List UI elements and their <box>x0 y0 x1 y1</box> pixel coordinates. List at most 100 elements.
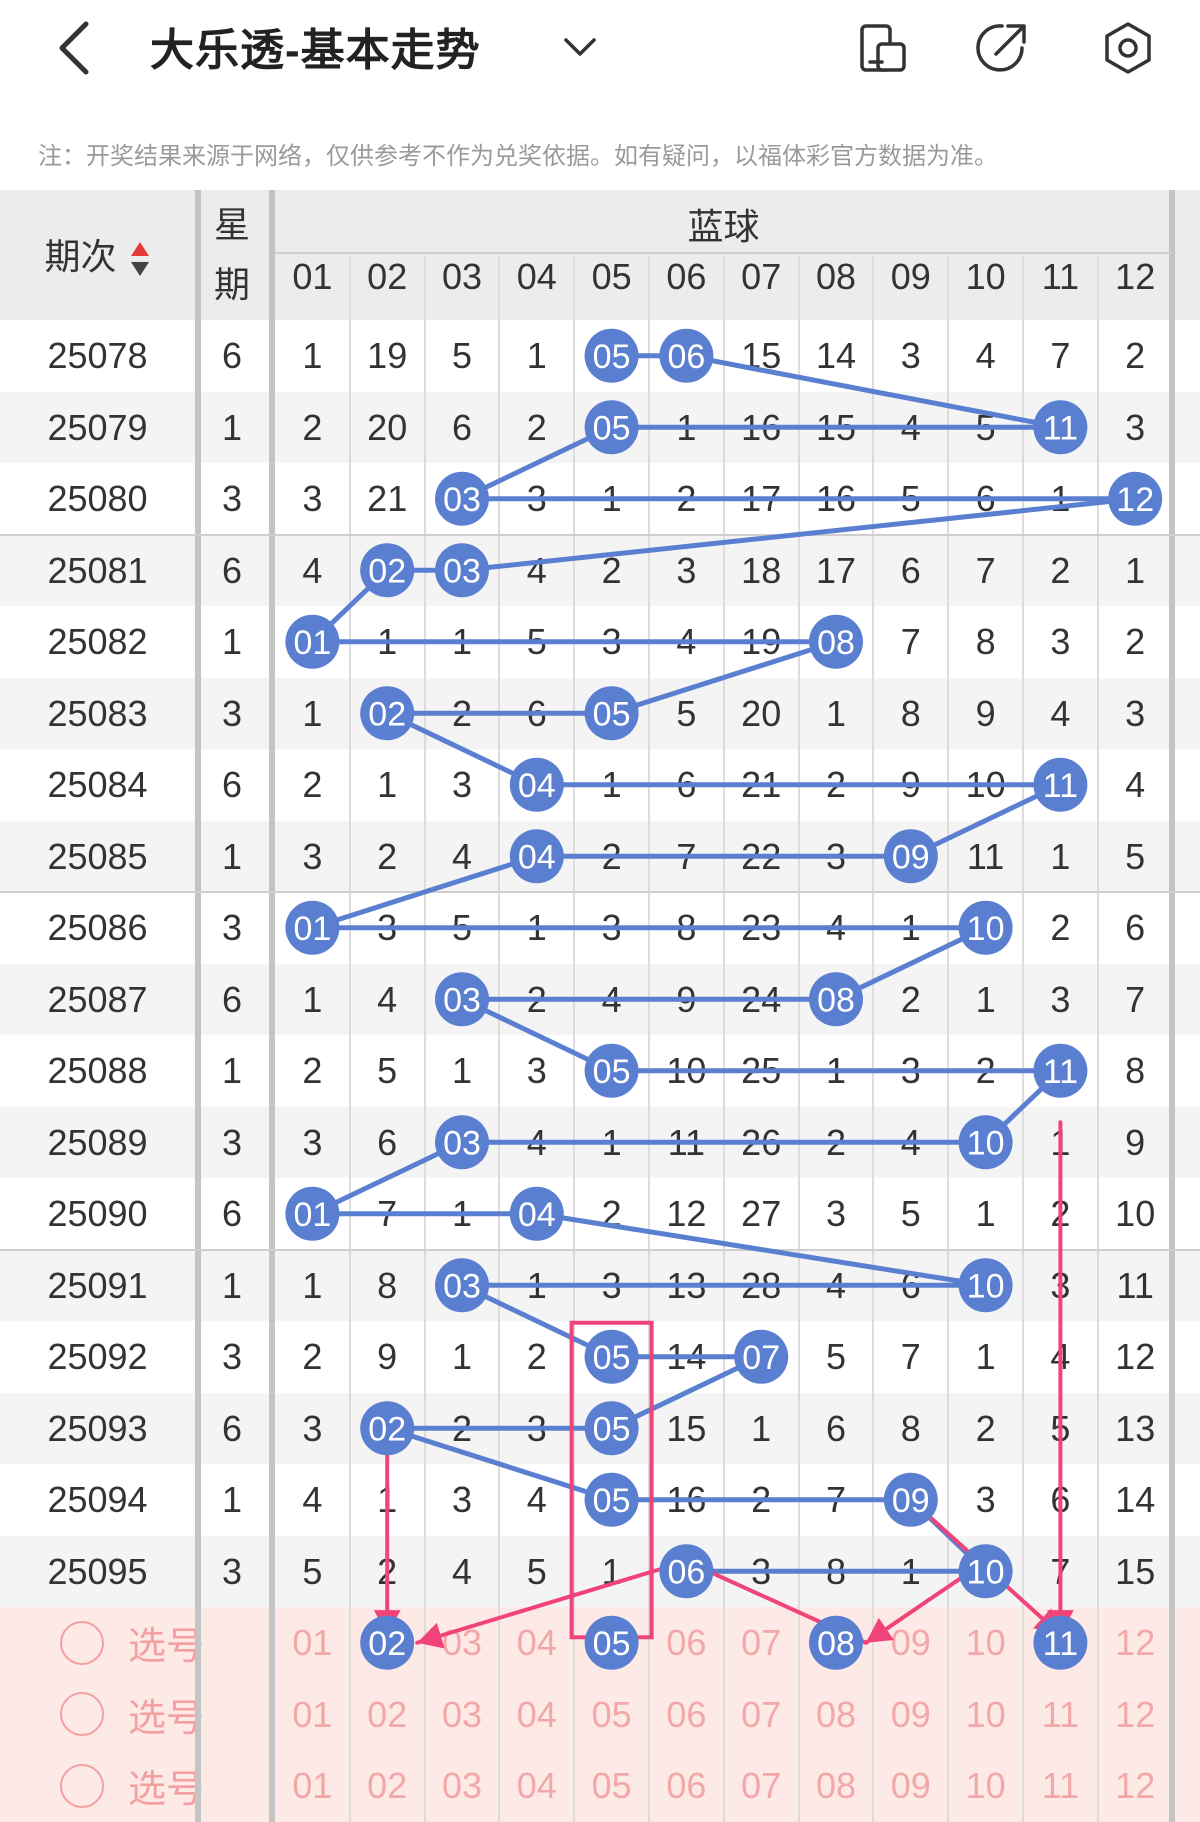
ball-number: 05 <box>593 1625 631 1663</box>
ball: 04 <box>509 1186 564 1241</box>
ball: 11 <box>1033 1043 1088 1098</box>
ball-number: 01 <box>293 624 331 662</box>
ball-number: 11 <box>1043 1625 1078 1663</box>
page-title[interactable]: 大乐透-基本走势 <box>150 14 481 78</box>
ball-number: 08 <box>817 624 855 662</box>
ball-number: 03 <box>443 981 481 1019</box>
ball-number: 08 <box>817 1625 855 1663</box>
ball: 09 <box>883 829 938 884</box>
ball-number: 04 <box>518 1196 556 1234</box>
ball-number: 03 <box>443 481 481 519</box>
ball: 02 <box>360 543 415 598</box>
ball-number: 04 <box>518 767 556 805</box>
chevron-left-icon <box>59 21 89 75</box>
ball-number: 06 <box>667 1553 705 1591</box>
trend-table: 期次 星 期 蓝球 01 02 03 04 05 06 07 08 09 10 11 12 25078… <box>0 190 1200 1822</box>
chevron-down-icon <box>564 38 596 56</box>
trend-line <box>461 496 1136 573</box>
ball: 06 <box>659 1544 714 1599</box>
ball: 02 <box>360 686 415 741</box>
annotation-arrow <box>415 1559 689 1645</box>
ball: 03 <box>435 1258 489 1313</box>
ball-number: 01 <box>293 1196 331 1234</box>
arrow-head <box>417 1622 445 1649</box>
ball: 01 <box>285 1186 340 1241</box>
ball: 04 <box>509 829 564 884</box>
settings-icon <box>1105 22 1151 74</box>
ball: 06 <box>659 328 714 383</box>
ball: 03 <box>435 1115 489 1170</box>
ball: 10 <box>958 1258 1013 1313</box>
ball: 08 <box>809 614 863 669</box>
back-button[interactable] <box>52 18 102 78</box>
ball: 11 <box>1033 400 1088 455</box>
ball: 10 <box>958 1544 1013 1599</box>
ball-number: 01 <box>293 910 331 948</box>
ball: 05 <box>584 686 639 741</box>
ball-number: 02 <box>368 552 406 590</box>
ball-number: 10 <box>967 1553 1005 1591</box>
selected-pick-ball: 08 <box>809 1615 863 1670</box>
ball-number: 02 <box>368 695 406 733</box>
trend-line <box>610 639 837 716</box>
ball: 05 <box>584 1472 639 1527</box>
ball-number: 05 <box>593 338 631 376</box>
app-header: 大乐透-基本走势 <box>0 0 1200 96</box>
ball-number: 09 <box>892 838 930 876</box>
ball-number: 10 <box>967 910 1005 948</box>
selected-pick-ball: 05 <box>584 1615 639 1670</box>
trend-line <box>536 1211 986 1288</box>
title-dropdown-button[interactable] <box>560 26 600 66</box>
ball: 12 <box>1108 471 1163 526</box>
phone-rotate-icon <box>860 24 906 72</box>
ball-number: 06 <box>667 338 705 376</box>
ball-number: 03 <box>443 552 481 590</box>
ball-number: 03 <box>443 1124 481 1162</box>
ball: 09 <box>883 1472 938 1527</box>
ball: 01 <box>285 614 340 669</box>
share-button[interactable] <box>972 18 1032 78</box>
ball: 05 <box>584 1401 639 1456</box>
trend-chart-overlay: 05 06 05 11 03 12 02 03 01 08 02 05 04 11 04 09 01 10 03 08… <box>285 328 1163 1670</box>
arrow-head <box>866 1617 894 1643</box>
ball: 10 <box>958 1115 1013 1170</box>
ball-number: 03 <box>443 1267 481 1305</box>
ball: 08 <box>809 972 863 1027</box>
trend-line <box>386 1425 613 1503</box>
settings-button[interactable] <box>1098 18 1158 78</box>
ball: 10 <box>958 900 1013 955</box>
ball-number: 12 <box>1116 481 1154 519</box>
rotate-screen-button[interactable] <box>852 18 912 78</box>
ball: 05 <box>584 1329 639 1384</box>
ball-number: 05 <box>593 1053 631 1091</box>
trend-line <box>685 353 1061 430</box>
ball-number: 10 <box>967 1124 1005 1162</box>
ball-number: 05 <box>593 1410 631 1448</box>
ball: 02 <box>360 1401 415 1456</box>
ball: 05 <box>584 400 639 455</box>
ball: 11 <box>1033 757 1088 812</box>
ball: 03 <box>435 543 489 598</box>
ball: 03 <box>435 972 489 1027</box>
ball-number: 05 <box>593 1339 631 1377</box>
ball-number: 11 <box>1043 409 1078 447</box>
ball: 05 <box>584 1043 639 1098</box>
ball-number: 07 <box>742 1339 780 1377</box>
ball-number: 10 <box>967 1267 1005 1305</box>
selected-pick-ball: 02 <box>360 1615 415 1670</box>
ball-number: 05 <box>593 1482 631 1520</box>
ball: 04 <box>509 757 564 812</box>
ball-number: 04 <box>518 838 556 876</box>
ball: 05 <box>584 328 639 383</box>
ball-number: 05 <box>593 409 631 447</box>
selected-pick-ball: 11 <box>1033 1615 1088 1670</box>
ball: 07 <box>734 1329 789 1384</box>
ball-number: 11 <box>1043 767 1078 805</box>
ball-number: 08 <box>817 981 855 1019</box>
ball-number: 02 <box>368 1410 406 1448</box>
ball: 01 <box>285 900 340 955</box>
ball-number: 05 <box>593 695 631 733</box>
share-icon <box>976 24 1026 72</box>
ball: 03 <box>435 471 489 526</box>
disclaimer-notice: 注：开奖结果来源于网络，仅供参考不作为兑奖依据。如有疑问，以福体彩官方数据为准。 <box>38 143 998 170</box>
